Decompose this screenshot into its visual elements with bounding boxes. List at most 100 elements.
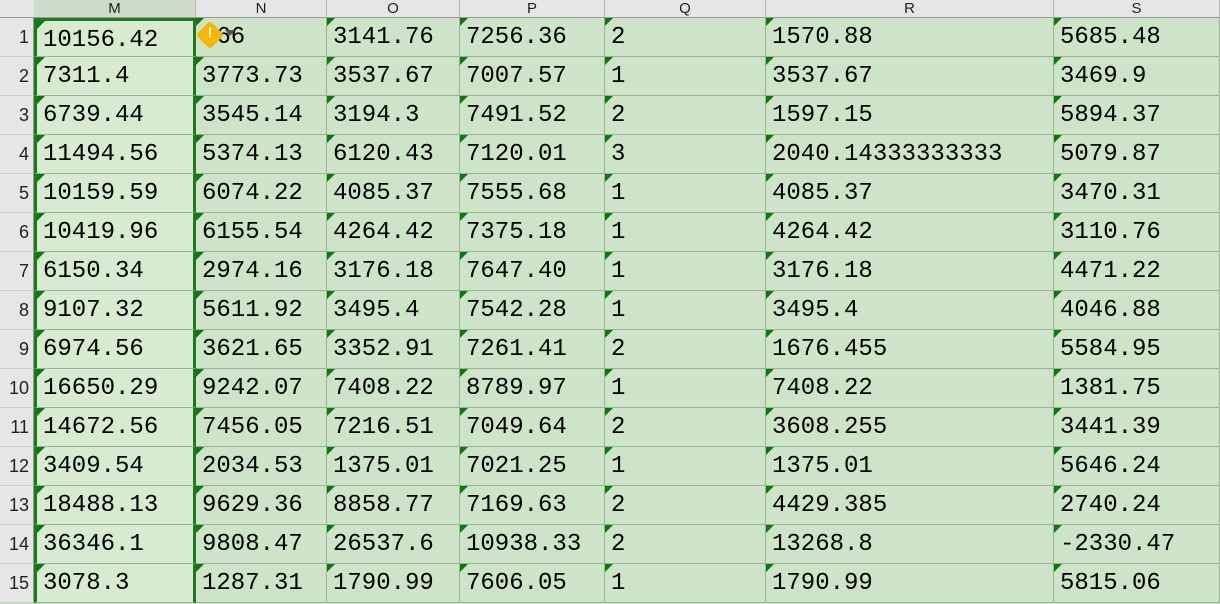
- row-header[interactable]: 7: [0, 252, 34, 291]
- cell-N8[interactable]: 5611.92: [196, 291, 327, 330]
- row-header[interactable]: 4: [0, 135, 34, 174]
- cell-S2[interactable]: 3469.9: [1054, 57, 1220, 96]
- cell-O9[interactable]: 3352.91: [327, 330, 460, 369]
- cell-N9[interactable]: 3621.65: [196, 330, 327, 369]
- cell-O6[interactable]: 4264.42: [327, 213, 460, 252]
- cell-O3[interactable]: 3194.3: [327, 96, 460, 135]
- cell-S6[interactable]: 3110.76: [1054, 213, 1220, 252]
- cell-N6[interactable]: 6155.54: [196, 213, 327, 252]
- cell-P6[interactable]: 7375.18: [460, 213, 605, 252]
- cell-O13[interactable]: 8858.77: [327, 486, 460, 525]
- col-header-P[interactable]: P: [460, 0, 605, 17]
- cell-M2[interactable]: 7311.4: [34, 57, 196, 96]
- cell-M13[interactable]: 18488.13: [34, 486, 196, 525]
- spreadsheet-grid[interactable]: 110156.42.663141.767256.3621570.885685.4…: [0, 18, 1220, 603]
- cell-S8[interactable]: 4046.88: [1054, 291, 1220, 330]
- col-header-O[interactable]: O: [327, 0, 460, 17]
- cell-M11[interactable]: 14672.56: [34, 408, 196, 447]
- row-header[interactable]: 13: [0, 486, 34, 525]
- cell-M5[interactable]: 10159.59: [34, 174, 196, 213]
- cell-S10[interactable]: 1381.75: [1054, 369, 1220, 408]
- cell-O2[interactable]: 3537.67: [327, 57, 460, 96]
- cell-P5[interactable]: 7555.68: [460, 174, 605, 213]
- cell-O8[interactable]: 3495.4: [327, 291, 460, 330]
- cell-N3[interactable]: 3545.14: [196, 96, 327, 135]
- row-header[interactable]: 9: [0, 330, 34, 369]
- cell-R8[interactable]: 3495.4: [766, 291, 1054, 330]
- cell-R2[interactable]: 3537.67: [766, 57, 1054, 96]
- cell-Q8[interactable]: 1: [605, 291, 766, 330]
- select-all-corner[interactable]: [0, 0, 34, 17]
- cell-R5[interactable]: 4085.37: [766, 174, 1054, 213]
- col-header-Q[interactable]: Q: [605, 0, 766, 17]
- cell-N4[interactable]: 5374.13: [196, 135, 327, 174]
- error-smart-tag[interactable]: !: [200, 24, 236, 46]
- cell-N7[interactable]: 2974.16: [196, 252, 327, 291]
- cell-P14[interactable]: 10938.33: [460, 525, 605, 564]
- cell-O4[interactable]: 6120.43: [327, 135, 460, 174]
- row-header[interactable]: 6: [0, 213, 34, 252]
- cell-P3[interactable]: 7491.52: [460, 96, 605, 135]
- cell-N13[interactable]: 9629.36: [196, 486, 327, 525]
- cell-O11[interactable]: 7216.51: [327, 408, 460, 447]
- cell-Q1[interactable]: 2: [605, 18, 766, 57]
- cell-R9[interactable]: 1676.455: [766, 330, 1054, 369]
- col-header-S[interactable]: S: [1054, 0, 1220, 17]
- cell-N12[interactable]: 2034.53: [196, 447, 327, 486]
- cell-P15[interactable]: 7606.05: [460, 564, 605, 603]
- cell-Q3[interactable]: 2: [605, 96, 766, 135]
- cell-P8[interactable]: 7542.28: [460, 291, 605, 330]
- cell-R13[interactable]: 4429.385: [766, 486, 1054, 525]
- cell-S13[interactable]: 2740.24: [1054, 486, 1220, 525]
- cell-Q7[interactable]: 1: [605, 252, 766, 291]
- row-header[interactable]: 1: [0, 18, 34, 57]
- cell-Q6[interactable]: 1: [605, 213, 766, 252]
- cell-S1[interactable]: 5685.48: [1054, 18, 1220, 57]
- col-header-R[interactable]: R: [766, 0, 1054, 17]
- cell-O1[interactable]: 3141.76: [327, 18, 460, 57]
- cell-M9[interactable]: 6974.56: [34, 330, 196, 369]
- cell-Q10[interactable]: 1: [605, 369, 766, 408]
- cell-P12[interactable]: 7021.25: [460, 447, 605, 486]
- cell-O7[interactable]: 3176.18: [327, 252, 460, 291]
- cell-R12[interactable]: 1375.01: [766, 447, 1054, 486]
- cell-S12[interactable]: 5646.24: [1054, 447, 1220, 486]
- cell-Q15[interactable]: 1: [605, 564, 766, 603]
- cell-P1[interactable]: 7256.36: [460, 18, 605, 57]
- cell-M10[interactable]: 16650.29: [34, 369, 196, 408]
- cell-Q5[interactable]: 1: [605, 174, 766, 213]
- cell-M15[interactable]: 3078.3: [34, 564, 196, 603]
- cell-O10[interactable]: 7408.22: [327, 369, 460, 408]
- cell-N14[interactable]: 9808.47: [196, 525, 327, 564]
- row-header[interactable]: 2: [0, 57, 34, 96]
- cell-S7[interactable]: 4471.22: [1054, 252, 1220, 291]
- col-header-N[interactable]: N: [196, 0, 327, 17]
- cell-P10[interactable]: 8789.97: [460, 369, 605, 408]
- cell-N10[interactable]: 9242.07: [196, 369, 327, 408]
- cell-O15[interactable]: 1790.99: [327, 564, 460, 603]
- cell-R11[interactable]: 3608.255: [766, 408, 1054, 447]
- cell-R10[interactable]: 7408.22: [766, 369, 1054, 408]
- cell-N2[interactable]: 3773.73: [196, 57, 327, 96]
- cell-Q9[interactable]: 2: [605, 330, 766, 369]
- cell-S3[interactable]: 5894.37: [1054, 96, 1220, 135]
- row-header[interactable]: 3: [0, 96, 34, 135]
- row-header[interactable]: 15: [0, 564, 34, 603]
- cell-Q14[interactable]: 2: [605, 525, 766, 564]
- cell-S5[interactable]: 3470.31: [1054, 174, 1220, 213]
- row-header[interactable]: 12: [0, 447, 34, 486]
- cell-O12[interactable]: 1375.01: [327, 447, 460, 486]
- cell-N15[interactable]: 1287.31: [196, 564, 327, 603]
- cell-Q13[interactable]: 2: [605, 486, 766, 525]
- cell-R3[interactable]: 1597.15: [766, 96, 1054, 135]
- cell-Q2[interactable]: 1: [605, 57, 766, 96]
- cell-R1[interactable]: 1570.88: [766, 18, 1054, 57]
- cell-O14[interactable]: 26537.6: [327, 525, 460, 564]
- cell-R15[interactable]: 1790.99: [766, 564, 1054, 603]
- cell-M6[interactable]: 10419.96: [34, 213, 196, 252]
- cell-M14[interactable]: 36346.1: [34, 525, 196, 564]
- cell-R7[interactable]: 3176.18: [766, 252, 1054, 291]
- cell-M3[interactable]: 6739.44: [34, 96, 196, 135]
- cell-M12[interactable]: 3409.54: [34, 447, 196, 486]
- cell-P4[interactable]: 7120.01: [460, 135, 605, 174]
